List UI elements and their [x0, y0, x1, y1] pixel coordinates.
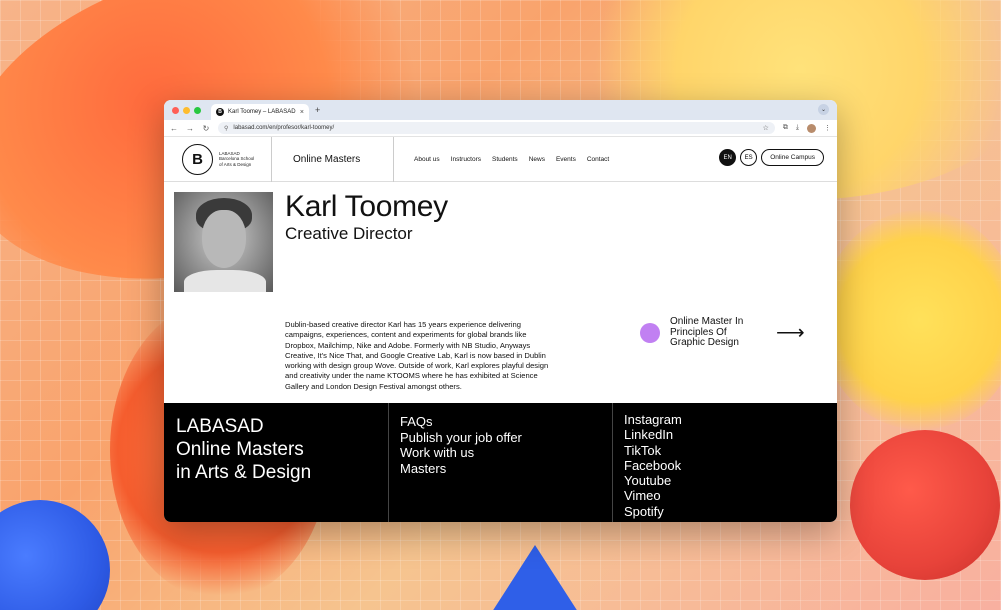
program-dot [640, 322, 660, 343]
bio-line: campaigns, experiences, content and expe… [285, 330, 527, 340]
nav-students[interactable]: Students [492, 156, 518, 163]
site-header: B LABASAD Barcelona School of Arts & Des… [164, 136, 837, 182]
extensions-icon[interactable]: ⧉ [783, 124, 788, 132]
footer-link-work-with-us[interactable]: Work with us [400, 445, 601, 461]
close-window-button[interactable] [172, 106, 179, 114]
footer-link-masters[interactable]: Masters [400, 461, 601, 477]
social-linkedin[interactable]: LinkedIn [624, 427, 826, 442]
social-vimeo[interactable]: Vimeo [624, 488, 826, 503]
address-bar[interactable]: ⚲ labasad.com/en/profesor/karl-toomey/ ☆ [218, 122, 775, 134]
nav-news[interactable]: News [529, 156, 545, 163]
browser-tab[interactable]: B Karl Toomey – LABASAD × [211, 104, 309, 120]
footer-link-faqs[interactable]: FAQs [400, 414, 601, 430]
forward-icon[interactable]: → [186, 124, 194, 133]
url-text[interactable]: labasad.com/en/profesor/karl-toomey/ [233, 125, 334, 131]
footer-brand-line: Online Masters [176, 439, 304, 460]
online-masters-link[interactable]: Online Masters [272, 136, 394, 182]
background-red-sphere [850, 430, 1000, 580]
instructor-bio: Dublin-based creative director Karl has … [285, 320, 610, 392]
logo-mark: B [182, 143, 213, 175]
tab-title: Karl Toomey – LABASAD [228, 109, 296, 115]
background-triangle [490, 545, 580, 610]
bio-line: Dublin-based creative director Karl has … [285, 320, 521, 329]
profile-content: Karl Toomey Creative Director Dublin-bas… [164, 182, 837, 403]
profile-avatar[interactable] [807, 123, 816, 133]
header-actions: EN ES Online Campus [719, 149, 824, 166]
footer-brand: LABASAD Online Masters in Arts & Design [164, 403, 389, 522]
window-controls [172, 106, 201, 114]
program-title: Online Master In Principles Of Graphic D… [670, 316, 762, 349]
logo-line: of Arts & Design [219, 161, 252, 167]
lang-es-button[interactable]: ES [740, 149, 758, 166]
photo-face [202, 210, 246, 268]
footer-social: Instagram LinkedIn TikTok Facebook Youtu… [613, 403, 837, 522]
social-tiktok[interactable]: TikTok [624, 443, 826, 458]
footer-links: FAQs Publish your job offer Work with us… [389, 403, 613, 522]
logo-text: LABASAD Barcelona School of Arts & Desig… [219, 151, 254, 168]
site-info-icon[interactable]: ⚲ [224, 125, 228, 132]
tab-search-icon[interactable]: ⌄ [818, 104, 829, 115]
nav-instructors[interactable]: Instructors [451, 156, 481, 163]
logo-line: Barcelona School [219, 156, 255, 162]
back-icon[interactable]: ← [170, 124, 178, 133]
bio-line: Creative, It's Nice That, and Google Cre… [285, 350, 546, 360]
footer-link-job-offer[interactable]: Publish your job offer [400, 430, 601, 446]
social-youtube[interactable]: Youtube [624, 473, 826, 488]
social-facebook[interactable]: Facebook [624, 458, 826, 473]
nav-contact[interactable]: Contact [587, 156, 609, 163]
instructor-name: Karl Toomey [285, 190, 448, 223]
close-tab-icon[interactable]: × [300, 109, 304, 116]
browser-menu-icon[interactable]: ⋮ [824, 124, 831, 132]
program-line: Graphic Design [670, 337, 739, 348]
main-nav: About us Instructors Students News Event… [394, 156, 609, 163]
lang-en-button[interactable]: EN [719, 149, 737, 166]
bio-line: and creativity under the name KTOOMS whe… [285, 371, 538, 381]
minimize-window-button[interactable] [183, 106, 190, 114]
maximize-window-button[interactable] [194, 106, 201, 114]
site-logo[interactable]: B LABASAD Barcelona School of Arts & Des… [164, 136, 272, 182]
bookmark-star-icon[interactable]: ☆ [763, 124, 769, 132]
nav-about-us[interactable]: About us [414, 156, 440, 163]
download-icon[interactable]: ⤓ [796, 124, 799, 132]
site-footer: LABASAD Online Masters in Arts & Design … [164, 403, 837, 522]
favicon-icon: B [216, 108, 224, 116]
new-tab-icon[interactable]: + [315, 105, 320, 115]
nav-events[interactable]: Events [556, 156, 576, 163]
footer-brand-line: LABASAD [176, 416, 264, 437]
online-campus-button[interactable]: Online Campus [761, 149, 824, 166]
browser-window: B Karl Toomey – LABASAD × + ⌄ ← → ↻ ⚲ la… [164, 100, 837, 522]
tab-bar: B Karl Toomey – LABASAD × + ⌄ [164, 100, 837, 120]
program-link[interactable]: Online Master In Principles Of Graphic D… [640, 316, 805, 349]
reload-icon[interactable]: ↻ [202, 124, 210, 133]
photo-shirt [184, 270, 266, 292]
instructor-photo [174, 192, 273, 292]
arrow-right-icon[interactable]: ⟶ [776, 320, 805, 345]
program-line: Online Master In [670, 316, 744, 327]
social-instagram[interactable]: Instagram [624, 412, 826, 427]
address-toolbar: ← → ↻ ⚲ labasad.com/en/profesor/karl-too… [164, 120, 837, 137]
footer-brand-line: in Arts & Design [176, 462, 312, 483]
social-spotify[interactable]: Spotify [624, 504, 826, 519]
instructor-role: Creative Director [285, 224, 413, 243]
bio-line: Dropbox, Mailchimp, Nike and Adobe. Form… [285, 340, 531, 350]
bio-line: Gallery and London Design Festival among… [285, 381, 462, 391]
bio-line: working with design group Wove. Outside … [285, 361, 549, 371]
